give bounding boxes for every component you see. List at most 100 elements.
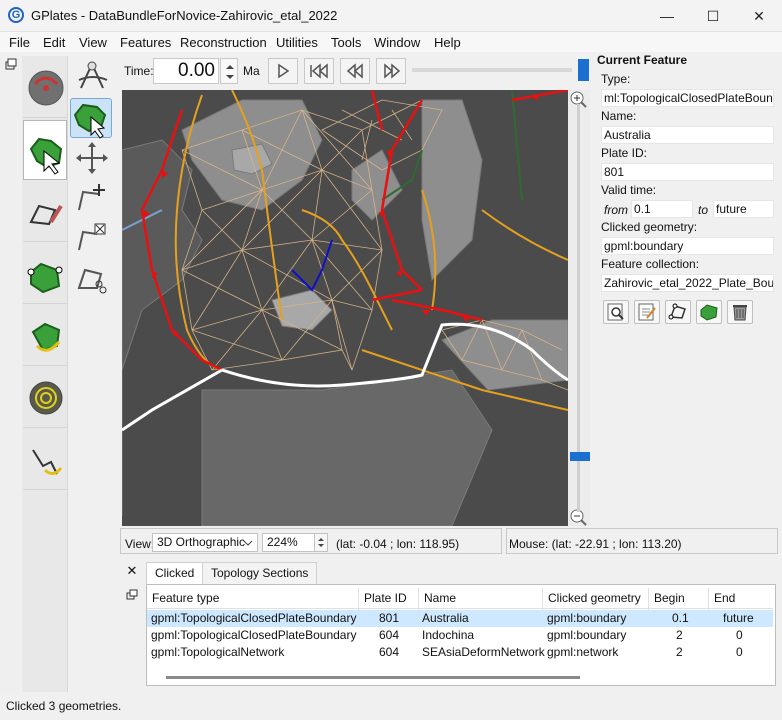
gplates-app-icon: G: [8, 7, 24, 23]
cell-feature-type: gpml:TopologicalNetwork: [151, 645, 285, 659]
plate-id-label: Plate ID:: [601, 146, 648, 160]
col-feature-type[interactable]: Feature type: [147, 588, 359, 610]
cell-feature-type: gpml:TopologicalClosedPlateBoundary: [151, 611, 357, 625]
edit-geometry-button[interactable]: [665, 300, 691, 324]
cell-feature-type: gpml:TopologicalClosedPlateBoundary: [151, 628, 357, 642]
click-geometry-tool[interactable]: [70, 98, 112, 139]
col-clicked-geometry[interactable]: Clicked geometry: [543, 588, 649, 610]
name-field[interactable]: Australia: [601, 126, 774, 144]
zoom-percent-value: 224%: [267, 535, 298, 549]
feature-collection-field[interactable]: Zahirovic_etal_2022_Plate_Boundar: [601, 274, 774, 292]
step-back-button[interactable]: [340, 58, 370, 84]
projection-select[interactable]: 3D Orthographic: [152, 533, 258, 552]
build-topology-button[interactable]: [696, 300, 722, 324]
zoom-spinner[interactable]: [314, 533, 328, 552]
cell-name: SEAsiaDeformNetwork: [422, 645, 545, 659]
col-plate-id[interactable]: Plate ID: [359, 588, 419, 610]
time-label: Time:: [124, 64, 154, 78]
valid-time-label: Valid time:: [601, 183, 657, 197]
cell-begin: 2: [676, 628, 683, 642]
insert-vertex-tool[interactable]: [71, 178, 113, 218]
menu-edit[interactable]: Edit: [43, 35, 65, 50]
tool-category-panel: [22, 56, 68, 692]
view-label: View:: [125, 537, 155, 551]
table-row[interactable]: gpml:TopologicalClosedPlateBoundary 801 …: [147, 610, 773, 627]
view-tools-category[interactable]: [23, 58, 67, 118]
col-begin[interactable]: Begin: [649, 588, 709, 610]
type-label: Type:: [601, 72, 631, 86]
clicked-geometry-label: Clicked geometry:: [601, 220, 698, 234]
move-vertex-tool[interactable]: [71, 138, 113, 178]
undock-icon[interactable]: [4, 58, 24, 78]
cell-geometry: gpml:boundary: [547, 611, 627, 625]
menu-reconstruction[interactable]: Reconstruction: [180, 35, 267, 50]
time-slider-handle[interactable]: [578, 59, 589, 81]
zoom-thumb[interactable]: [570, 452, 590, 461]
tool-panel: [68, 56, 116, 692]
play-button[interactable]: [268, 58, 298, 84]
topology-category[interactable]: [23, 244, 67, 304]
cell-end: 0: [736, 628, 743, 642]
time-input[interactable]: 0.00: [153, 58, 219, 84]
cell-plate-id: 604: [379, 645, 400, 659]
split-feature-tool[interactable]: [71, 258, 113, 298]
menu-window[interactable]: Window: [374, 35, 420, 50]
tab-clicked[interactable]: Clicked: [146, 562, 204, 584]
menu-file[interactable]: File: [9, 35, 30, 50]
feature-collection-label: Feature collection:: [601, 257, 700, 271]
menu-tools[interactable]: Tools: [331, 35, 361, 50]
time-unit: Ma: [243, 64, 260, 78]
from-label: from: [604, 203, 628, 217]
cell-begin: 0.1: [672, 611, 689, 625]
cell-plate-id: 801: [379, 611, 400, 625]
menu-view[interactable]: View: [79, 35, 107, 50]
time-spinner[interactable]: [220, 58, 238, 84]
delete-vertex-tool[interactable]: [71, 218, 113, 258]
window-title: GPlates - DataBundleForNovice-Zahirovic_…: [31, 8, 338, 23]
delete-feature-button[interactable]: [727, 300, 753, 324]
projection-value: 3D Orthographic: [157, 535, 246, 549]
step-forward-button[interactable]: [376, 58, 406, 84]
tab-topology-sections[interactable]: Topology Sections: [202, 562, 318, 584]
col-name[interactable]: Name: [419, 588, 543, 610]
drag-globe-tool[interactable]: [71, 58, 113, 98]
small-circle-category[interactable]: [23, 368, 67, 428]
cell-name: Australia: [422, 611, 469, 625]
to-label: to: [698, 203, 709, 217]
table-horizontal-scrollbar[interactable]: [166, 676, 580, 679]
edit-feature-button[interactable]: [634, 300, 660, 324]
cell-geometry: gpml:network: [547, 645, 619, 659]
table-row[interactable]: gpml:TopologicalNetwork 604 SEAsiaDeform…: [147, 644, 773, 661]
time-slider-track[interactable]: [412, 68, 572, 72]
close-button[interactable]: ✕: [736, 0, 782, 32]
type-field[interactable]: ml:TopologicalClosedPlateBoundary: [601, 89, 774, 107]
close-panel-icon[interactable]: ✕: [124, 563, 140, 581]
minimize-button[interactable]: —: [644, 0, 690, 32]
maximize-button[interactable]: ☐: [690, 0, 736, 32]
col-end[interactable]: End: [709, 588, 773, 610]
plate-id-field[interactable]: 801: [601, 163, 774, 181]
dock-strip: [0, 54, 20, 694]
cell-geometry: gpml:boundary: [547, 628, 627, 642]
query-feature-button[interactable]: [603, 300, 629, 324]
feature-inspection-category[interactable]: [23, 120, 67, 180]
chevron-down-icon: [243, 540, 253, 546]
table-row[interactable]: gpml:TopologicalClosedPlateBoundary 604 …: [147, 627, 773, 644]
from-field[interactable]: 0.1: [631, 200, 693, 218]
to-field[interactable]: future: [713, 200, 774, 218]
clicked-geometry-field[interactable]: gpml:boundary: [601, 237, 774, 255]
undock-panel-icon[interactable]: [126, 589, 140, 603]
zoom-track[interactable]: [577, 104, 580, 512]
cell-name: Indochina: [422, 628, 475, 642]
globe-canvas[interactable]: [122, 90, 568, 526]
pole-manipulation-category[interactable]: [23, 306, 67, 366]
mouse-coordinates: Mouse: (lat: -22.91 ; lon: 113.20): [509, 537, 682, 551]
menu-features[interactable]: Features: [120, 35, 171, 50]
menu-help[interactable]: Help: [434, 35, 461, 50]
status-text: Clicked 3 geometries.: [6, 699, 122, 713]
cell-end: future: [723, 611, 754, 625]
menu-utilities[interactable]: Utilities: [276, 35, 318, 50]
rewind-button[interactable]: [304, 58, 334, 84]
digitisation-category[interactable]: [23, 182, 67, 242]
hellinger-category[interactable]: [23, 430, 67, 490]
